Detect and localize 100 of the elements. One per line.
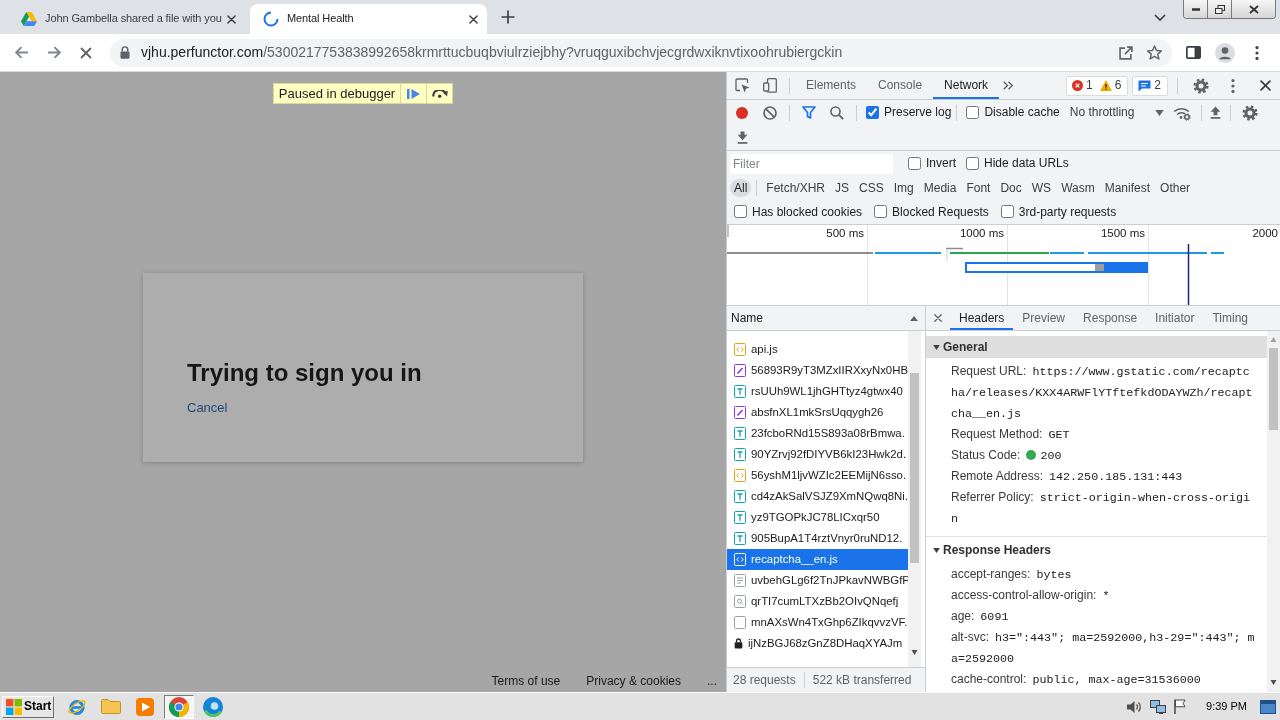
show-desktop-icon[interactable] (1260, 699, 1276, 714)
request-row[interactable]: 56893R9yT3MZxIIRXxyNx0HB (727, 360, 908, 381)
url-path: /5300217753838992658krmrttucbuqbviulrziejbhy?vruqguxibchvjecgrdwxiknvtixoohrubiergckin (263, 44, 843, 61)
tick-label: 1500 ms (1100, 227, 1145, 241)
type-filter[interactable]: Img (889, 179, 918, 197)
checkbox[interactable] (734, 205, 747, 219)
checkbox-label[interactable]: Invert (926, 156, 956, 171)
footer-link[interactable]: Terms of use (491, 673, 561, 688)
details-tab[interactable]: Timing (1203, 306, 1257, 330)
type-filter[interactable]: Manifest (1100, 179, 1155, 197)
type-filter[interactable]: Doc (996, 179, 1026, 197)
checkbox[interactable] (1000, 205, 1014, 219)
checkbox-label[interactable]: Hide data URLs (984, 156, 1069, 171)
request-row[interactable]: ijNzBGJ68zGnZ8DHaqXYAJm (727, 633, 908, 654)
font-file-icon (734, 448, 746, 461)
issues-counter[interactable]: 1 6 (1065, 75, 1129, 96)
clock[interactable]: 9:39 PM (1206, 699, 1247, 714)
request-row[interactable]: mnAXsWn4TxGhp6ZIkqvvzVF. (727, 612, 908, 633)
side-panel-icon (1185, 46, 1201, 59)
checkbox[interactable] (966, 157, 979, 170)
type-filter[interactable]: Media (919, 179, 961, 197)
close-icon (934, 314, 942, 322)
flag-icon[interactable] (1174, 699, 1187, 714)
close-window-button[interactable] (1232, 0, 1275, 18)
request-row[interactable]: 90YZrvj92fDIYVB6kI23Hwk2d. (727, 444, 908, 465)
messages-counter[interactable]: 2 (1132, 75, 1168, 96)
restore-button[interactable] (1208, 0, 1232, 18)
details-tab[interactable]: Headers (950, 306, 1014, 330)
header-value: 200 (1040, 449, 1062, 463)
status-text: 28 requests (733, 672, 796, 688)
request-row[interactable]: 905BupA1T4rztVnyr0ruND12. (727, 528, 908, 549)
request-row[interactable]: rsUUh9WL1jhGHTtyz4gtwx40 (727, 381, 908, 402)
panel-tab[interactable]: Elements (795, 72, 868, 99)
request-row[interactable]: absfnXL1mkSrsUqqygh26 (727, 402, 908, 423)
vertical-scrollbar[interactable] (1267, 331, 1280, 692)
taskbar-button[interactable] (164, 694, 194, 719)
checkbox[interactable] (966, 106, 980, 119)
checkbox-label[interactable]: Blocked Requests (892, 204, 989, 220)
type-filter[interactable]: Font (962, 179, 995, 197)
type-filter[interactable]: All (730, 179, 752, 197)
request-row[interactable]: 23fcboRNd15S893a08rBmwa. (727, 423, 908, 444)
error-icon (1071, 80, 1083, 91)
details-tab[interactable]: Preview (1013, 306, 1075, 330)
footer-link[interactable]: Privacy & cookies (586, 673, 681, 688)
start-button[interactable]: Start (2, 695, 54, 718)
checkbox-label[interactable]: Disable cache (984, 105, 1060, 120)
status-text: 522 kB transferred (812, 672, 912, 688)
type-filter[interactable]: CSS (855, 179, 888, 197)
plus-icon (501, 10, 515, 24)
request-row[interactable]: uvbehGLg6f2TnJPkavNWBGfP (727, 570, 908, 591)
checkbox-label[interactable]: Has blocked cookies (752, 204, 863, 220)
lock-icon (120, 46, 130, 59)
column-header[interactable]: Name (727, 306, 925, 331)
request-row[interactable]: 56yshM1ljvWZIc2EEMijN6sso. (727, 465, 908, 486)
panel-tab[interactable]: Console (867, 72, 934, 99)
browser-tab[interactable]: John Gambella shared a file with you (8, 4, 245, 34)
checkbox-label[interactable]: Preserve log (884, 105, 952, 120)
document-file-icon (734, 574, 746, 587)
tick-label: 500 ms (826, 227, 864, 241)
inspect-icon (734, 78, 750, 93)
throttling-dropdown[interactable]: No throttling (1063, 101, 1168, 124)
request-row[interactable]: recaptcha__en.js (727, 549, 908, 570)
resume-icon (407, 87, 421, 100)
vertical-scrollbar[interactable] (908, 331, 921, 667)
script-file-icon (734, 343, 746, 356)
type-filter[interactable]: JS (831, 179, 854, 197)
font-file-icon (734, 490, 746, 503)
header-row-text: accept-ranges: bytes (950, 566, 1073, 584)
address-bar[interactable]: vjhu.perfunctor.com/5300217753838992658krmrttucbuqbviulrziejbhy?vruqguxibchvjecgrdwxiknvtixoohrubiergckin (110, 38, 1172, 67)
request-row[interactable]: cd4zAkSalVSJZ9XmNQwq8Ni. (727, 486, 908, 507)
type-filter[interactable]: Other (1156, 179, 1195, 197)
font-file-icon (734, 511, 746, 524)
filter-input[interactable]: Filter (730, 153, 893, 174)
font-file-icon (734, 532, 746, 545)
network-icon[interactable] (1150, 699, 1167, 714)
minimize-button[interactable] (1184, 0, 1208, 18)
footer-link[interactable]: ... (707, 673, 717, 688)
type-filter[interactable]: WS (1027, 179, 1056, 197)
speaker-icon[interactable] (1127, 700, 1143, 713)
section-header[interactable]: Response Headers (926, 539, 1267, 561)
close-icon (1248, 4, 1259, 14)
request-row[interactable]: api.js (727, 339, 908, 360)
browser-tab[interactable]: Mental Health (250, 4, 487, 34)
details-tab[interactable]: Response (1074, 306, 1147, 330)
folder-icon (101, 699, 121, 714)
header-row-text: Referrer Policy: strict-origin-when-cross-origin (950, 489, 1252, 528)
profile-avatar-icon (1215, 42, 1235, 63)
lock-icon (734, 638, 743, 649)
type-filter[interactable]: Wasm (1057, 179, 1099, 197)
type-filter[interactable]: Fetch/XHR (762, 179, 830, 197)
checkbox[interactable] (874, 205, 888, 219)
checkbox-label[interactable]: 3rd-party requests (1018, 204, 1117, 220)
checkbox[interactable] (908, 157, 921, 170)
checkbox[interactable] (866, 106, 879, 119)
share-icon (1119, 45, 1133, 60)
request-row[interactable]: yz9TGOPkJC78LICxqr50 (727, 507, 908, 528)
cancel-link[interactable]: Cancel (187, 400, 228, 416)
details-tab[interactable]: Initiator (1146, 306, 1204, 330)
section-header[interactable]: General (926, 336, 1267, 358)
request-row[interactable]: qrTI7cumLTXzBb2OIvQNqefj (727, 591, 908, 612)
